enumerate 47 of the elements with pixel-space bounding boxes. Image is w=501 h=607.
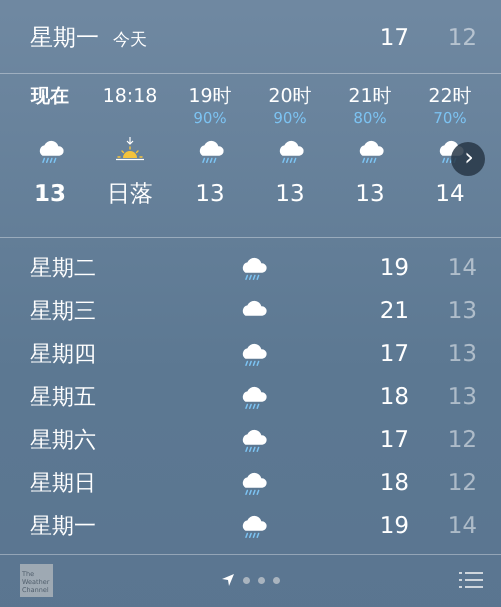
low-temp: 14 [446, 512, 477, 538]
hour-temp: 14 [435, 180, 465, 209]
day-name: 星期一 [30, 512, 97, 540]
location-arrow-icon[interactable] [220, 573, 234, 587]
hour-temp: 13 [355, 180, 385, 209]
hour-label: 18:18 [102, 84, 158, 108]
low-temp: 12 [446, 426, 477, 452]
hour-label: 22时 [428, 84, 472, 108]
hour-label: 19时 [188, 84, 232, 108]
low-temp: 13 [446, 340, 477, 366]
day-name: 星期二 [30, 254, 97, 282]
low-temp: 12 [446, 25, 477, 51]
hour-temp: 日落 [107, 180, 153, 209]
hour-label: 现在 [31, 84, 69, 108]
hour-temp: 13 [34, 180, 66, 209]
high-temp: 19 [378, 512, 409, 538]
scroll-right-button[interactable]: › [451, 142, 485, 176]
page-dot[interactable] [272, 576, 280, 584]
hour-temp: 13 [275, 180, 305, 209]
high-temp: 17 [378, 25, 409, 51]
day-name: 星期日 [30, 470, 97, 498]
high-temp: 18 [378, 470, 409, 496]
rain-chance: 70% [433, 108, 467, 128]
day-name: 星期五 [30, 384, 97, 412]
high-temp: 21 [378, 298, 409, 324]
high-temp: 18 [378, 384, 409, 410]
rain-chance: 90% [273, 108, 307, 128]
day-name: 星期六 [30, 426, 97, 454]
low-temp: 14 [446, 254, 477, 280]
hour-label: 21时 [348, 84, 392, 108]
day-name: 星期一 [30, 24, 99, 53]
rain-chance: 80% [353, 108, 387, 128]
high-temp: 19 [378, 254, 409, 280]
low-temp: 12 [446, 470, 477, 496]
list-icon[interactable] [459, 571, 483, 589]
high-temp: 17 [378, 426, 409, 452]
page-dot[interactable] [258, 576, 264, 584]
high-temp: 17 [378, 340, 409, 366]
low-temp: 13 [446, 384, 477, 410]
hour-label: 20时 [268, 84, 312, 108]
page-dot[interactable] [242, 576, 250, 584]
day-name: 星期四 [30, 340, 97, 368]
low-temp: 13 [446, 298, 477, 324]
day-name: 星期三 [30, 298, 97, 326]
today-label: 今天 [113, 29, 148, 51]
hour-temp: 13 [195, 180, 225, 209]
rain-chance: 90% [193, 108, 227, 128]
